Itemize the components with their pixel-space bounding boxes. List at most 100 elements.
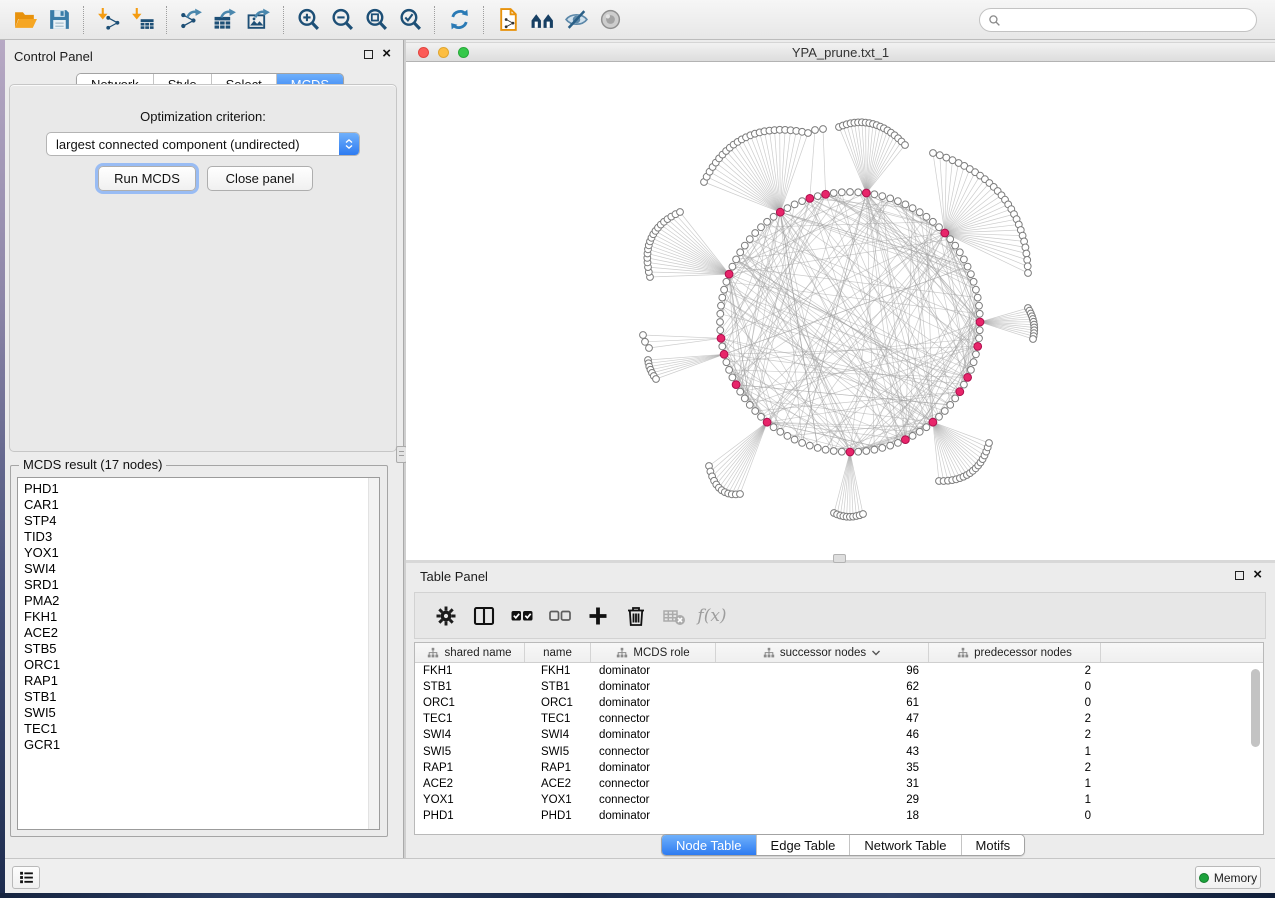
mcds-result-item[interactable]: GCR1	[18, 737, 379, 753]
mcds-result-item[interactable]: ACE2	[18, 625, 379, 641]
mcds-result-item[interactable]: STB1	[18, 689, 379, 705]
table-cell: ACE2	[525, 778, 591, 790]
zoom-in-button[interactable]	[291, 4, 325, 36]
toolbar-separator	[483, 6, 484, 34]
table-body: FKH1FKH1dominator962STB1STB1dominator620…	[415, 663, 1263, 824]
hide-columns-button[interactable]	[545, 601, 575, 631]
table-row[interactable]: FKH1FKH1dominator962	[415, 663, 1263, 679]
table-row[interactable]: STB1STB1dominator620	[415, 679, 1263, 695]
zoom-out-button[interactable]	[325, 4, 359, 36]
toolbar-separator	[166, 6, 167, 34]
table-row[interactable]: SWI5SWI5connector431	[415, 743, 1263, 759]
table-row[interactable]: ORC1ORC1dominator610	[415, 695, 1263, 711]
mcds-result-item[interactable]: SRD1	[18, 577, 379, 593]
table-cell: 0	[929, 681, 1101, 693]
table-cell: 18	[716, 810, 929, 822]
tab-node-table[interactable]: Node Table	[662, 835, 756, 855]
table-settings-button[interactable]	[431, 601, 461, 631]
column-header-name[interactable]: name	[525, 643, 591, 662]
column-header-shared-name[interactable]: shared name	[415, 643, 525, 662]
memory-status-icon	[1199, 873, 1209, 883]
optimization-criterion-label: Optimization criterion:	[10, 109, 396, 124]
tab-network-table[interactable]: Network Table	[849, 835, 960, 855]
tab-motifs[interactable]: Motifs	[961, 835, 1025, 855]
mcds-result-item[interactable]: STP4	[18, 513, 379, 529]
import-table-button[interactable]	[125, 4, 159, 36]
run-mcds-button[interactable]: Run MCDS	[98, 166, 196, 191]
close-panel-icon[interactable]: ×	[382, 49, 391, 59]
close-table-panel-icon[interactable]: ×	[1253, 570, 1262, 580]
table-row[interactable]: ACE2ACE2connector311	[415, 776, 1263, 792]
tab-edge-table[interactable]: Edge Table	[756, 835, 850, 855]
panel-list-button[interactable]	[12, 866, 40, 889]
column-label: MCDS role	[633, 647, 689, 659]
toolbar-separator	[434, 6, 435, 34]
mcds-result-item[interactable]: TID3	[18, 529, 379, 545]
import-network-button[interactable]	[91, 4, 125, 36]
mcds-result-title: MCDS result (17 nodes)	[19, 457, 166, 472]
first-neighbors-button[interactable]	[525, 4, 559, 36]
delete-column-button[interactable]	[621, 601, 651, 631]
table-row[interactable]: TEC1TEC1connector472	[415, 711, 1263, 727]
mcds-result-item[interactable]: CAR1	[18, 497, 379, 513]
new-network-from-selection-button[interactable]	[491, 4, 525, 36]
table-row[interactable]: RAP1RAP1dominator352	[415, 760, 1263, 776]
hide-selection-button[interactable]	[559, 4, 593, 36]
column-header-successor-nodes[interactable]: successor nodes	[716, 643, 929, 662]
zoom-selected-button[interactable]	[393, 4, 427, 36]
first-neighbors-icon	[530, 7, 555, 32]
column-header-predecessor-nodes[interactable]: predecessor nodes	[929, 643, 1101, 662]
mcds-result-list[interactable]: PHD1CAR1STP4TID3YOX1SWI4SRD1PMA2FKH1ACE2…	[17, 477, 380, 830]
search-box[interactable]	[979, 8, 1257, 32]
search-input[interactable]	[1001, 10, 1256, 30]
export-image-icon	[247, 7, 272, 32]
show-all-button[interactable]	[593, 4, 627, 36]
close-panel-button[interactable]: Close panel	[207, 166, 313, 191]
table-toolbar: f(x)	[414, 592, 1266, 639]
memory-button[interactable]: Memory	[1195, 866, 1261, 889]
table-cell: TEC1	[525, 713, 591, 725]
mcds-result-item[interactable]: SWI5	[18, 705, 379, 721]
export-network-button[interactable]	[174, 4, 208, 36]
table-cell: TEC1	[415, 713, 525, 725]
split-columns-button[interactable]	[469, 601, 499, 631]
show-columns-button[interactable]	[507, 601, 537, 631]
table-cell: FKH1	[415, 665, 525, 677]
mcds-result-item[interactable]: SWI4	[18, 561, 379, 577]
import-network-icon	[96, 7, 121, 32]
column-header-MCDS-role[interactable]: MCDS role	[591, 643, 716, 662]
zoom-fit-button[interactable]	[359, 4, 393, 36]
export-table-button[interactable]	[208, 4, 242, 36]
mcds-result-item[interactable]: ORC1	[18, 657, 379, 673]
open-folder-icon	[13, 7, 38, 32]
open-folder-button[interactable]	[8, 4, 42, 36]
list-scrollbar[interactable]	[368, 478, 379, 829]
sort-desc-icon	[871, 649, 881, 657]
table-row[interactable]: YOX1YOX1connector291	[415, 792, 1263, 808]
mcds-result-item[interactable]: PMA2	[18, 593, 379, 609]
network-canvas[interactable]	[406, 62, 1275, 560]
save-button[interactable]	[42, 4, 76, 36]
table-cell: 46	[716, 729, 929, 741]
mcds-result-item[interactable]: RAP1	[18, 673, 379, 689]
float-table-panel-icon[interactable]	[1235, 571, 1244, 580]
mcds-result-item[interactable]: FKH1	[18, 609, 379, 625]
mcds-result-item[interactable]: TEC1	[18, 721, 379, 737]
mcds-result-item[interactable]: PHD1	[18, 481, 379, 497]
horizontal-splitter-grip[interactable]	[833, 554, 846, 563]
mcds-result-item[interactable]: YOX1	[18, 545, 379, 561]
table-row[interactable]: SWI4SWI4dominator462	[415, 727, 1263, 743]
criterion-select[interactable]: largest connected component (undirected)	[46, 132, 360, 156]
add-column-button[interactable]	[583, 601, 613, 631]
hide-selection-icon	[564, 7, 589, 32]
shared-column-icon	[616, 647, 628, 659]
network-window-titlebar[interactable]: YPA_prune.txt_1	[406, 42, 1275, 62]
table-cell: ORC1	[415, 697, 525, 709]
table-cell: dominator	[591, 697, 716, 709]
mcds-result-item[interactable]: STB5	[18, 641, 379, 657]
table-row[interactable]: PHD1PHD1dominator180	[415, 808, 1263, 824]
refresh-button[interactable]	[442, 4, 476, 36]
table-scrollbar[interactable]	[1251, 669, 1260, 747]
float-panel-icon[interactable]	[364, 50, 373, 59]
export-image-button[interactable]	[242, 4, 276, 36]
